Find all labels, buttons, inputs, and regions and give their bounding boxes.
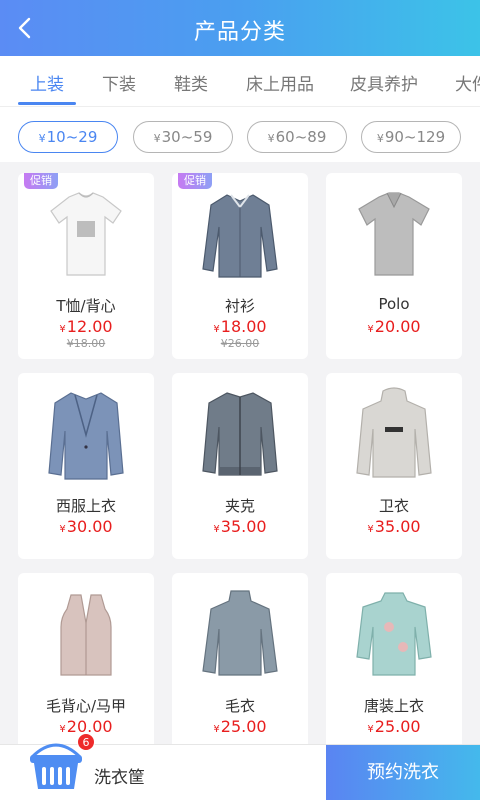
tab-bottoms[interactable]: 下装 <box>102 70 136 95</box>
product-card-hoodie[interactable]: 卫衣 ¥35.00 <box>326 373 462 559</box>
product-card-shirt[interactable]: 促销 衬衫 ¥18.00 ¥26.00 <box>172 173 308 359</box>
product-card-sweater[interactable]: 毛衣 ¥25.00 <box>172 573 308 759</box>
product-price: ¥35.00 <box>213 517 267 536</box>
basket-label[interactable]: 洗衣筐 <box>94 763 145 788</box>
app-header: 产品分类 <box>0 0 480 56</box>
product-card-polo[interactable]: Polo ¥20.00 <box>326 173 462 359</box>
category-tabs: 上装 下装 鞋类 床上用品 皮具养护 大件 <box>0 56 480 106</box>
product-name: 衬衫 <box>224 297 255 315</box>
product-name: 唐装上衣 <box>363 697 424 715</box>
tab-large-items[interactable]: 大件 <box>455 70 480 95</box>
hoodie-icon <box>356 387 432 478</box>
polo-shirt-icon <box>358 192 430 276</box>
original-price: ¥26.00 <box>220 337 260 350</box>
tab-leather-care[interactable]: 皮具养护 <box>350 70 418 95</box>
product-name: 毛衣 <box>224 697 255 715</box>
product-card-tang-jacket[interactable]: 唐装上衣 ¥25.00 <box>326 573 462 759</box>
product-name: 卫衣 <box>378 497 409 515</box>
laundry-basket-icon[interactable] <box>28 731 84 791</box>
shirt-icon <box>202 194 278 278</box>
book-laundry-button[interactable]: 预约洗衣 <box>326 745 480 800</box>
price-filter-90-129[interactable]: ¥90~129 <box>361 121 461 153</box>
product-price: ¥20.00 <box>367 317 421 336</box>
active-tab-indicator <box>18 102 76 105</box>
product-price: ¥25.00 <box>213 717 267 736</box>
product-name: 夹克 <box>224 497 255 515</box>
price-filter-30-59[interactable]: ¥30~59 <box>133 121 233 153</box>
product-name: 毛背心/马甲 <box>45 697 127 715</box>
price-filter-60-89[interactable]: ¥60~89 <box>247 121 347 153</box>
jacket-icon <box>202 392 278 476</box>
bottom-bar: 6 洗衣筐 预约洗衣 <box>0 733 480 800</box>
product-card-jacket[interactable]: 夹克 ¥35.00 <box>172 373 308 559</box>
tang-jacket-icon <box>356 592 432 676</box>
suit-jacket-icon <box>48 392 124 480</box>
product-name: Polo <box>378 295 410 313</box>
vest-icon <box>60 594 112 676</box>
page-title: 产品分类 <box>193 20 286 45</box>
sweater-icon <box>202 590 278 676</box>
product-price: ¥18.00 <box>213 317 267 336</box>
basket-count-badge: 6 <box>77 733 95 751</box>
original-price: ¥18.00 <box>66 337 106 350</box>
product-card-suit-jacket[interactable]: 西服上衣 ¥30.00 <box>18 373 154 559</box>
product-name: 西服上衣 <box>55 497 116 515</box>
price-filter-10-29[interactable]: ¥10~29 <box>18 121 118 153</box>
product-card-tshirt[interactable]: 促销 T恤/背心 ¥12.00 ¥18.00 <box>18 173 154 359</box>
tshirt-icon <box>50 192 122 276</box>
product-price: ¥12.00 <box>59 317 113 336</box>
product-price: ¥35.00 <box>367 517 421 536</box>
tab-tops[interactable]: 上装 <box>30 70 64 95</box>
product-name: T恤/背心 <box>56 297 116 315</box>
tab-shoes[interactable]: 鞋类 <box>174 70 208 95</box>
product-price: ¥25.00 <box>367 717 421 736</box>
price-filter-bar: ¥10~29 ¥30~59 ¥60~89 ¥90~129 <box>0 106 480 162</box>
tab-bedding[interactable]: 床上用品 <box>246 70 314 95</box>
product-price: ¥30.00 <box>59 517 113 536</box>
